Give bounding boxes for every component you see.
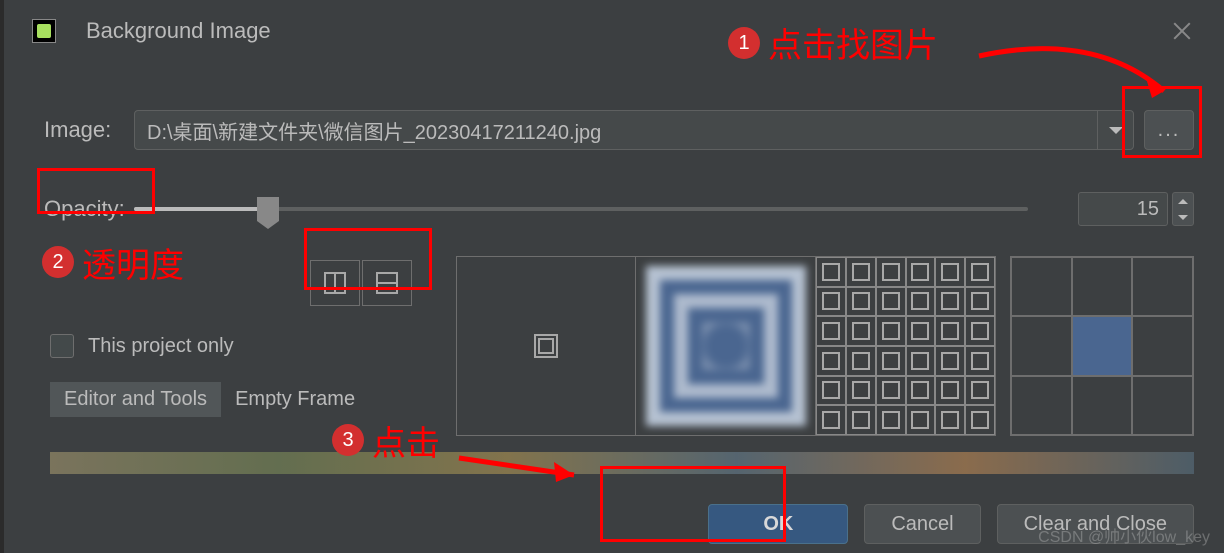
anchor-t[interactable]: [1072, 257, 1133, 316]
anchor-l[interactable]: [1011, 316, 1072, 375]
slider-thumb-icon[interactable]: [257, 197, 279, 221]
project-only-label: This project only: [88, 335, 234, 358]
chevron-down-icon[interactable]: [1097, 111, 1133, 149]
annotation-badge-2: 2: [42, 246, 74, 278]
opacity-label: Opacity:: [4, 196, 134, 222]
square-icon: [534, 334, 558, 358]
app-icon: [32, 19, 56, 43]
anchor-bl[interactable]: [1011, 376, 1072, 435]
opacity-value-input[interactable]: 15: [1078, 192, 1168, 226]
anchor-tl[interactable]: [1011, 257, 1072, 316]
preview-strip: [50, 452, 1194, 474]
anchor-grid[interactable]: [1010, 256, 1194, 436]
fill-mode-tile[interactable]: [816, 256, 996, 436]
split-vertical-button[interactable]: [310, 260, 360, 306]
anchor-center[interactable]: [1072, 316, 1133, 375]
annotation-badge-3: 3: [332, 424, 364, 456]
image-label: Image:: [4, 117, 134, 143]
window-title: Background Image: [86, 18, 271, 44]
annotation-text-2: 透明度: [82, 238, 184, 287]
anchor-tr[interactable]: [1132, 257, 1193, 316]
tab-row: Editor and Tools Empty Frame: [50, 382, 430, 417]
watermark: CSDN @帅小伙low_key: [1038, 523, 1210, 547]
browse-button[interactable]: ...: [1144, 110, 1194, 150]
blur-square-icon: [646, 266, 806, 426]
spinner-down-icon[interactable]: [1173, 209, 1193, 225]
spinner-up-icon[interactable]: [1173, 193, 1193, 209]
opacity-slider[interactable]: [134, 207, 1028, 211]
annotation-text-3: 点击: [372, 416, 440, 465]
fill-mode-center[interactable]: [456, 256, 636, 436]
opacity-row: Opacity: 15: [4, 192, 1224, 226]
tab-editor-tools[interactable]: Editor and Tools: [50, 382, 221, 417]
image-path-value: D:\桌面\新建文件夹\微信图片_20230417211240.jpg: [147, 116, 601, 145]
split-horizontal-button[interactable]: [362, 260, 412, 306]
image-row: Image: D:\桌面\新建文件夹\微信图片_20230417211240.j…: [4, 110, 1224, 150]
project-only-checkbox[interactable]: [50, 334, 74, 358]
anchor-b[interactable]: [1072, 376, 1133, 435]
mid-section: This project only Editor and Tools Empty…: [4, 256, 1224, 436]
annotation-badge-1: 1: [728, 27, 760, 59]
anchor-br[interactable]: [1132, 376, 1193, 435]
ok-button[interactable]: OK: [708, 504, 848, 544]
preview-panels: [456, 256, 996, 436]
close-icon[interactable]: [1170, 20, 1194, 44]
tab-empty-frame[interactable]: Empty Frame: [221, 382, 369, 417]
title-bar: Background Image: [4, 0, 1224, 50]
opacity-spinner[interactable]: [1172, 192, 1194, 226]
fill-mode-stretch[interactable]: [636, 256, 816, 436]
cancel-button[interactable]: Cancel: [864, 504, 980, 544]
annotation-text-1: 点击找图片: [768, 18, 938, 67]
image-path-dropdown[interactable]: D:\桌面\新建文件夹\微信图片_20230417211240.jpg: [134, 110, 1134, 150]
anchor-r[interactable]: [1132, 316, 1193, 375]
